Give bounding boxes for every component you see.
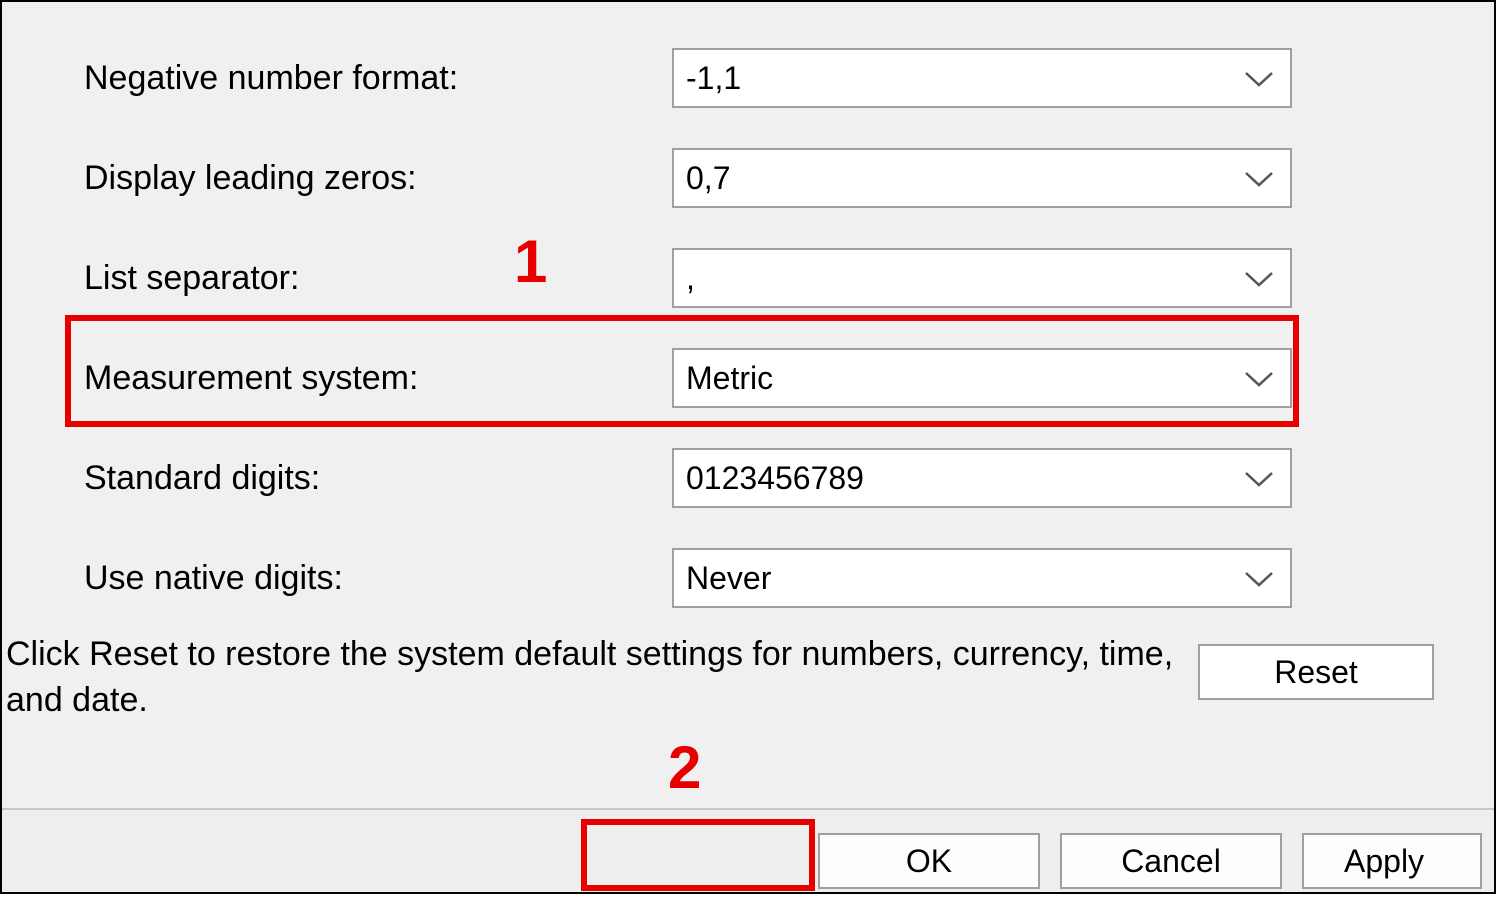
select-value: 0123456789 — [686, 460, 864, 497]
label-use-native-digits: Use native digits: — [2, 559, 672, 598]
chevron-down-icon — [1242, 67, 1276, 89]
chevron-down-icon — [1242, 167, 1276, 189]
select-value: , — [686, 260, 695, 297]
select-value: Never — [686, 560, 771, 597]
select-value: -1,1 — [686, 60, 741, 97]
label-standard-digits: Standard digits: — [2, 459, 672, 498]
select-standard-digits[interactable]: 0123456789 — [672, 448, 1292, 508]
chevron-down-icon — [1242, 567, 1276, 589]
select-list-separator[interactable]: , — [672, 248, 1292, 308]
reset-description: Click Reset to restore the system defaul… — [2, 632, 1198, 724]
cancel-button[interactable]: Cancel — [1060, 833, 1282, 889]
reset-section: Click Reset to restore the system defaul… — [2, 632, 1494, 724]
select-use-native-digits[interactable]: Never — [672, 548, 1292, 608]
select-value: Metric — [686, 360, 773, 397]
apply-button[interactable]: Apply — [1302, 833, 1482, 889]
label-negative-number-format: Negative number format: — [2, 59, 672, 98]
dialog-window: Negative number format: -1,1 Display lea… — [0, 0, 1496, 894]
dialog-button-bar: OK Cancel Apply — [2, 808, 1494, 892]
select-measurement-system[interactable]: Metric — [672, 348, 1292, 408]
reset-button[interactable]: Reset — [1198, 644, 1434, 700]
select-display-leading-zeros[interactable]: 0,7 — [672, 148, 1292, 208]
label-list-separator: List separator: — [2, 259, 672, 298]
chevron-down-icon — [1242, 367, 1276, 389]
select-value: 0,7 — [686, 160, 730, 197]
annotation-number-2: 2 — [668, 733, 701, 802]
label-display-leading-zeros: Display leading zeros: — [2, 159, 672, 198]
label-measurement-system: Measurement system: — [2, 359, 672, 398]
select-negative-number-format[interactable]: -1,1 — [672, 48, 1292, 108]
ok-button[interactable]: OK — [818, 833, 1040, 889]
chevron-down-icon — [1242, 267, 1276, 289]
chevron-down-icon — [1242, 467, 1276, 489]
